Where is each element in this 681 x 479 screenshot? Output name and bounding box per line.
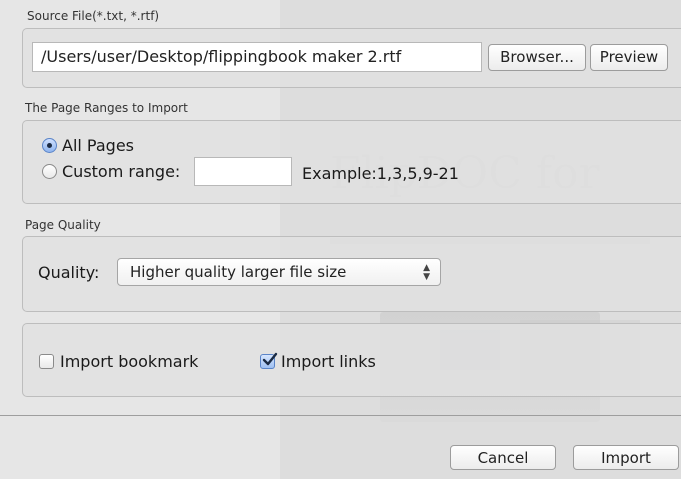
all-pages-radio-row[interactable]: All Pages (42, 136, 134, 155)
ranges-group-label: The Page Ranges to Import (25, 101, 188, 115)
import-links-label: Import links (281, 352, 376, 371)
options-group: Import bookmark Import links (22, 323, 681, 397)
import-bookmark-row[interactable]: Import bookmark (39, 352, 198, 371)
preview-button[interactable]: Preview (590, 44, 668, 71)
footer-separator (0, 415, 681, 416)
source-group-label: Source File(*.txt, *.rtf) (27, 9, 160, 23)
all-pages-label: All Pages (62, 136, 134, 155)
import-bookmark-label: Import bookmark (60, 352, 199, 371)
import-links-checkbox[interactable] (260, 352, 278, 369)
custom-range-label: Custom range: (62, 162, 181, 181)
source-group: /Users/user/Desktop/flippingbook maker 2… (22, 28, 681, 88)
cancel-button[interactable]: Cancel (450, 445, 556, 470)
custom-range-radio[interactable] (42, 164, 57, 179)
custom-range-input[interactable] (194, 157, 292, 186)
custom-range-example: Example:1,3,5,9-21 (302, 164, 459, 183)
quality-label: Quality: (38, 263, 100, 282)
ranges-group: All Pages Custom range: Example:1,3,5,9-… (22, 120, 681, 204)
checkmark-icon (262, 352, 278, 366)
custom-range-radio-row[interactable]: Custom range: (42, 162, 180, 181)
source-path-field[interactable]: /Users/user/Desktop/flippingbook maker 2… (32, 42, 482, 72)
browse-button[interactable]: Browser... (488, 44, 586, 71)
import-bookmark-checkbox[interactable] (39, 354, 54, 369)
all-pages-radio[interactable] (42, 138, 57, 153)
quality-select[interactable]: Higher quality larger file size ▲ ▼ (117, 258, 441, 286)
import-links-row[interactable]: Import links (260, 352, 376, 371)
import-button[interactable]: Import (573, 445, 679, 470)
quality-group-label: Page Quality (25, 218, 101, 232)
quality-group: Quality: Higher quality larger file size… (22, 236, 681, 312)
quality-select-value: Higher quality larger file size (130, 263, 347, 281)
select-arrows-icon: ▲ ▼ (423, 263, 430, 282)
